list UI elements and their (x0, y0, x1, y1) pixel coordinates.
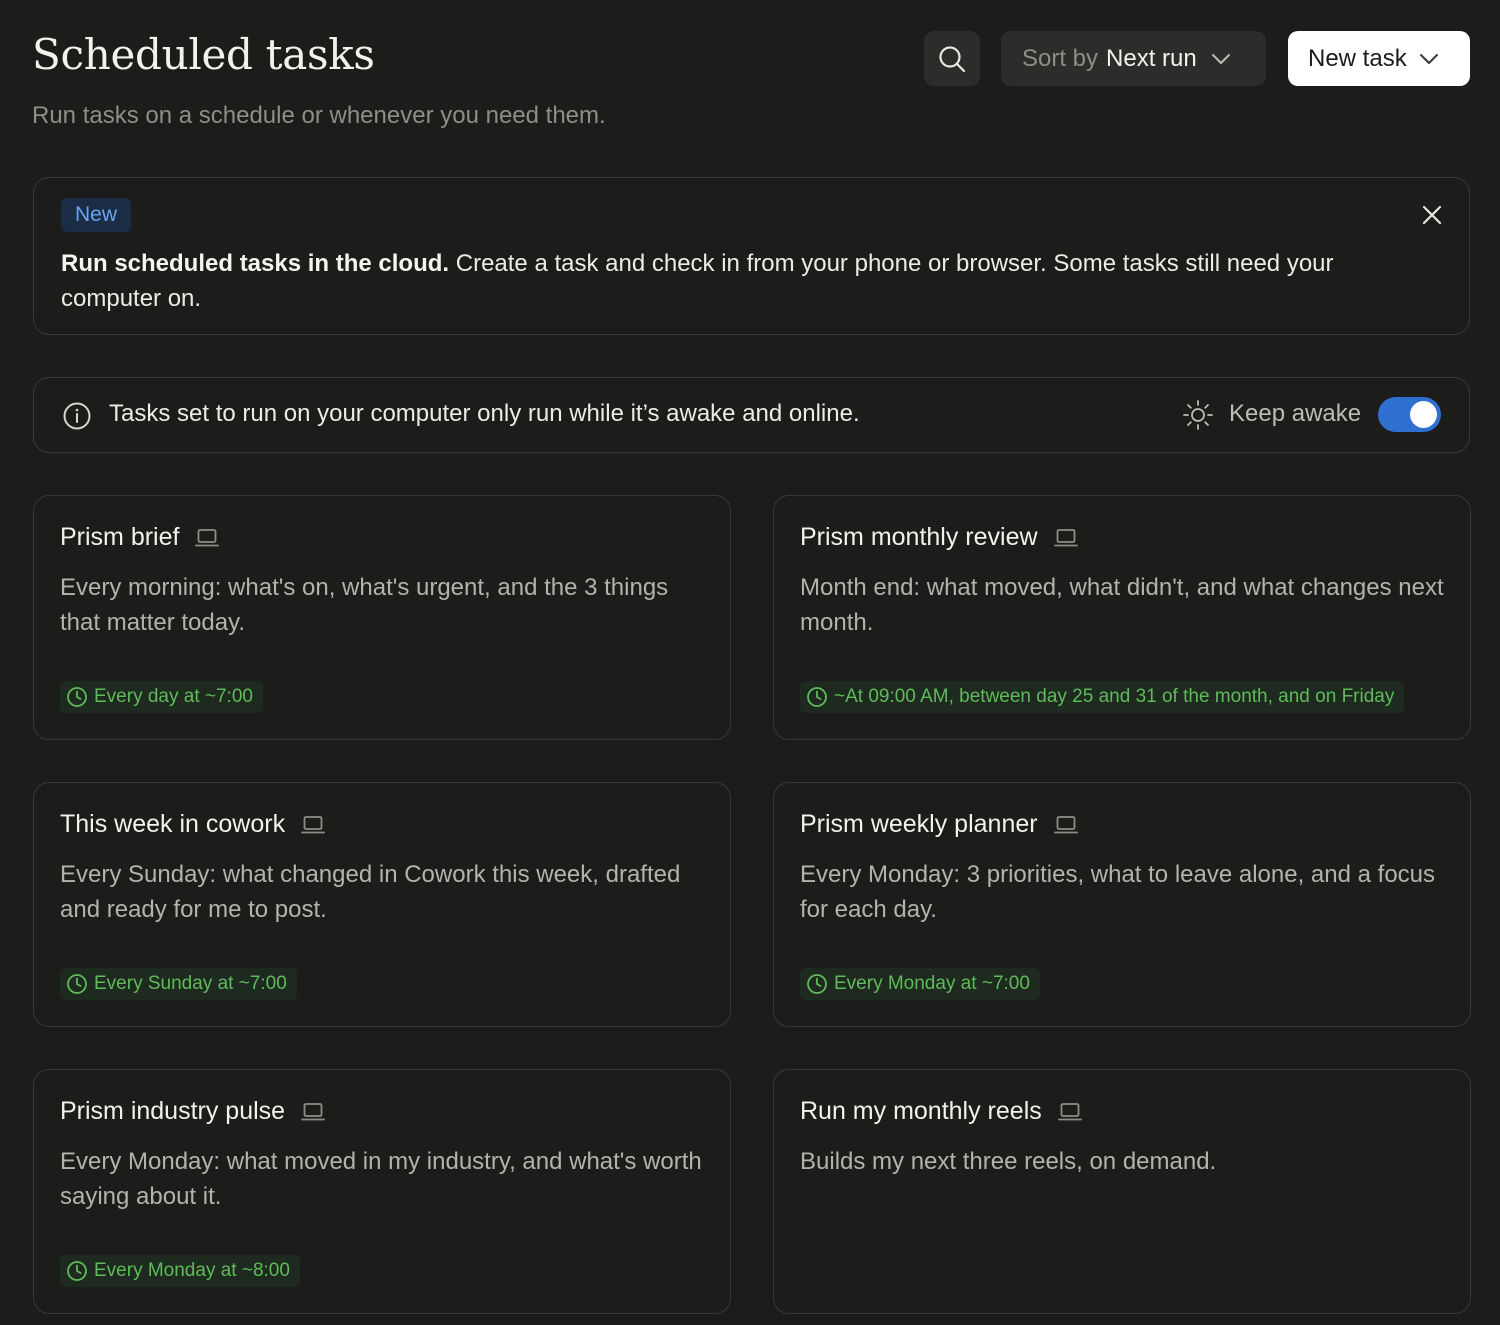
info-icon (62, 401, 92, 431)
new-badge: New (61, 198, 132, 232)
card-title-row: Prism industry pulse (60, 1097, 325, 1126)
page-subtitle: Run tasks on a schedule or whenever you … (32, 102, 606, 129)
clock-icon (66, 973, 88, 995)
banner-text: Run scheduled tasks in the cloud. Create… (61, 246, 1421, 316)
card-title-row: This week in cowork (60, 810, 325, 839)
close-banner-button[interactable] (1419, 202, 1445, 228)
schedule-text: Every day at ~7:00 (94, 686, 253, 707)
schedule-chip: Every Sunday at ~7:00 (60, 968, 297, 1000)
page-title: Scheduled tasks (32, 30, 375, 79)
task-title: Prism monthly review (800, 523, 1038, 551)
chevron-down-icon (1211, 53, 1231, 65)
task-card-prism-monthly-review[interactable]: Prism monthly review Month end: what mov… (773, 495, 1471, 740)
schedule-chip: Every Monday at ~8:00 (60, 1255, 300, 1287)
cloud-announcement-banner: New Run scheduled tasks in the cloud. Cr… (33, 177, 1470, 335)
schedule-chip: ~At 09:00 AM, between day 25 and 31 of t… (800, 681, 1405, 713)
task-title: Run my monthly reels (800, 1097, 1042, 1125)
laptop-icon (301, 1101, 325, 1123)
info-message: Tasks set to run on your computer only r… (109, 400, 860, 427)
task-title: This week in cowork (60, 810, 286, 838)
clock-icon (66, 686, 88, 708)
schedule-text: ~At 09:00 AM, between day 25 and 31 of t… (834, 686, 1395, 707)
keep-awake-label: Keep awake (1229, 400, 1362, 427)
clock-icon (806, 973, 828, 995)
schedule-chip: Every day at ~7:00 (60, 681, 263, 713)
task-description: Every Sunday: what changed in Cowork thi… (60, 861, 681, 923)
task-title: Prism industry pulse (60, 1097, 286, 1125)
chevron-down-icon (1419, 53, 1439, 65)
search-button[interactable] (924, 31, 980, 86)
new-task-button[interactable]: New task (1288, 31, 1470, 86)
task-card-prism-industry-pulse[interactable]: Prism industry pulse Every Monday: what … (33, 1069, 731, 1314)
task-card-prism-brief[interactable]: Prism brief Every morning: what's on, wh… (33, 495, 731, 740)
laptop-icon (1057, 1101, 1082, 1123)
task-title: Prism weekly planner (800, 810, 1038, 838)
scheduled-tasks-page: Scheduled tasks Run tasks on a schedule … (0, 0, 1500, 1325)
task-description: Every Monday: 3 priorities, what to leav… (800, 861, 1436, 923)
laptop-icon (1053, 814, 1078, 836)
sort-dropdown[interactable]: Sort by Next run (1001, 31, 1266, 86)
sort-prefix: Sort by (1022, 44, 1099, 72)
laptop-icon (195, 527, 220, 549)
laptop-icon (1053, 527, 1078, 549)
awake-info-bar: Tasks set to run on your computer only r… (33, 377, 1470, 453)
close-icon (1421, 204, 1443, 226)
card-title-row: Run my monthly reels (800, 1097, 1082, 1126)
toggle-knob (1410, 401, 1437, 428)
task-card-prism-weekly-planner[interactable]: Prism weekly planner Every Monday: 3 pri… (773, 782, 1471, 1027)
task-description: Every morning: what's on, what's urgent,… (60, 574, 669, 636)
sort-value: Next run (1106, 44, 1197, 72)
task-card-this-week-in-cowork[interactable]: This week in cowork Every Sunday: what c… (33, 782, 731, 1027)
task-title: Prism brief (60, 523, 180, 551)
keep-awake-toggle[interactable] (1378, 397, 1441, 432)
search-icon (937, 44, 967, 74)
task-card-run-my-monthly-reels[interactable]: Run my monthly reels Builds my next thre… (773, 1069, 1471, 1314)
schedule-text: Every Sunday at ~7:00 (94, 973, 287, 994)
banner-headline: Run scheduled tasks in the cloud. (61, 250, 450, 277)
new-task-label: New task (1308, 44, 1407, 72)
card-title-row: Prism weekly planner (800, 810, 1078, 839)
schedule-text: Every Monday at ~7:00 (834, 973, 1030, 994)
card-title-row: Prism brief (60, 523, 220, 552)
laptop-icon (301, 814, 325, 836)
task-description: Every Monday: what moved in my industry,… (60, 1148, 702, 1210)
schedule-text: Every Monday at ~8:00 (94, 1260, 290, 1281)
task-description: Builds my next three reels, on demand. (800, 1148, 1217, 1175)
sun-icon (1182, 399, 1214, 431)
task-description: Month end: what moved, what didn't, and … (800, 574, 1444, 636)
clock-icon (806, 686, 828, 708)
clock-icon (66, 1260, 88, 1282)
schedule-chip: Every Monday at ~7:00 (800, 968, 1040, 1000)
card-title-row: Prism monthly review (800, 523, 1078, 552)
